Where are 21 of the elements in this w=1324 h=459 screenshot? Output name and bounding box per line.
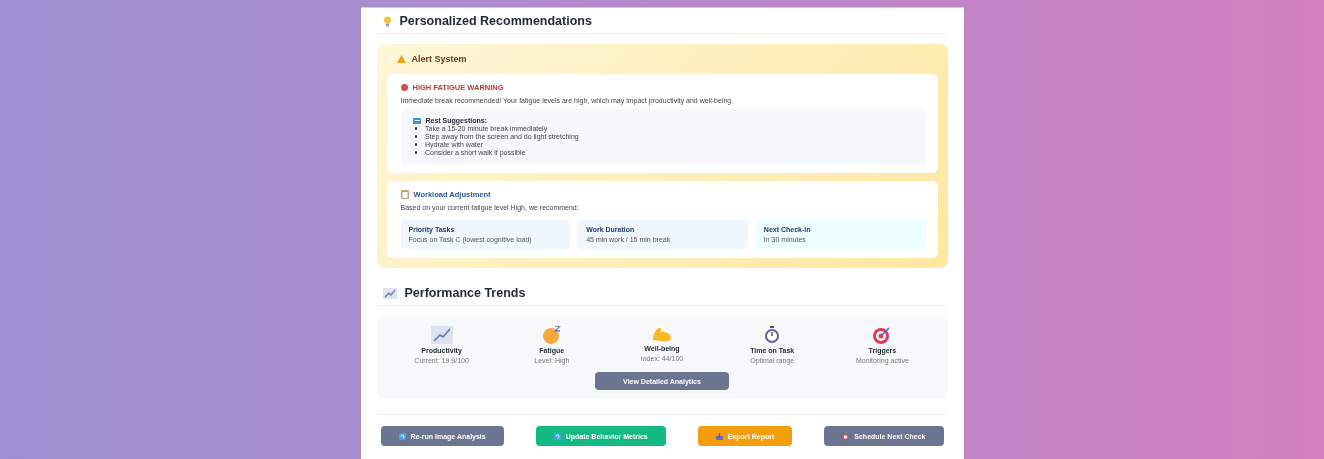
refresh-icon <box>553 432 561 440</box>
clipboard-icon <box>400 190 409 199</box>
sleepy-face-icon <box>541 326 562 344</box>
alarm-clock-icon <box>842 432 850 440</box>
alert-dot-icon <box>400 84 408 91</box>
chart-icon <box>382 287 397 299</box>
target-icon <box>872 326 893 344</box>
bullet-icon <box>414 143 417 146</box>
stopwatch-icon <box>764 326 781 344</box>
alert-title: Alert System <box>411 54 467 64</box>
section-title: Performance Trends <box>404 286 526 300</box>
warning-icon <box>396 55 406 63</box>
note-icon <box>412 117 421 124</box>
bullet-icon <box>414 135 417 138</box>
section-title: Personalized Recommendations <box>399 14 592 28</box>
refresh-icon <box>398 432 406 440</box>
lightbulb-icon <box>382 15 392 27</box>
chart-icon <box>430 326 453 344</box>
flexed-arm-icon <box>651 326 673 342</box>
bullet-icon <box>414 151 417 154</box>
bullet-icon <box>414 127 417 130</box>
